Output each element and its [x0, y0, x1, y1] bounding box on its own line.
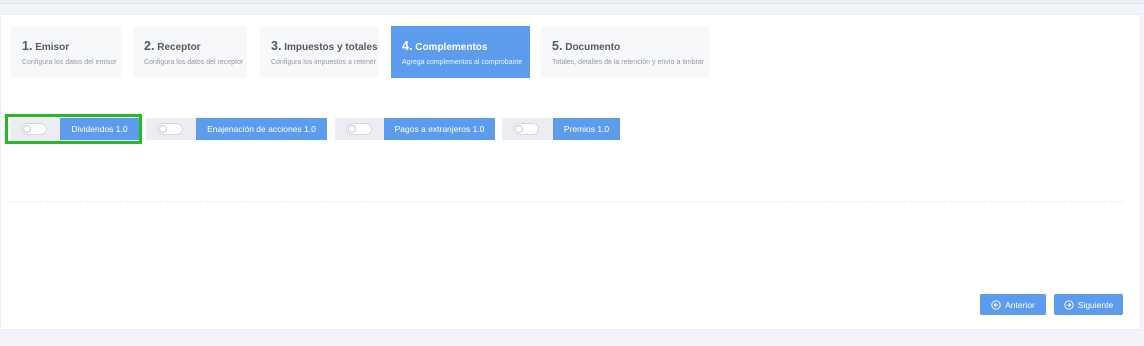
toggle-knob: [515, 125, 523, 133]
toggle-switch[interactable]: [346, 123, 372, 135]
wizard-step-receptor[interactable]: 2. Receptor Configura los datos del rece…: [133, 26, 247, 78]
complement-label: Enajenación de acciones 1.0: [196, 118, 327, 140]
arrow-right-circle-icon: [1064, 299, 1074, 310]
step-title: Receptor: [157, 42, 201, 53]
step-title: Emisor: [35, 42, 70, 53]
step-title: Documento: [565, 42, 621, 53]
wizard-step-complementos[interactable]: 4. Complementos Agrega complementos al c…: [391, 26, 530, 78]
step-description: Agrega complementos al comprobante: [402, 59, 523, 66]
complement-label: Premios 1.0: [553, 118, 620, 140]
next-button[interactable]: Siguiente: [1054, 294, 1123, 315]
complement-label: Dividendos 1.0: [60, 118, 139, 140]
wizard-step-impuestos[interactable]: 3. Impuestos y totales Configura los imp…: [260, 26, 379, 78]
step-number: 1.: [22, 39, 33, 53]
section-divider: [10, 201, 1122, 202]
step-number: 2.: [144, 39, 155, 53]
previous-button-label: Anterior: [1005, 299, 1035, 310]
toggle-switch[interactable]: [21, 123, 47, 135]
complement-toggle-dividendos[interactable]: Dividendos 1.0: [10, 118, 139, 140]
complement-toggle-pagos-extranjeros[interactable]: Pagos a extranjeros 1.0: [335, 118, 495, 140]
step-description: Configura los impuestos a retener: [271, 59, 377, 66]
step-number: 4.: [402, 39, 413, 53]
complement-label: Pagos a extranjeros 1.0: [384, 118, 495, 140]
wizard-step-emisor[interactable]: 1. Emisor Configura los datos del emisor: [11, 26, 122, 78]
step-description: Totales, detalles de la retención y enví…: [552, 59, 705, 66]
toggle-switch[interactable]: [513, 123, 539, 135]
previous-button[interactable]: Anterior: [980, 294, 1046, 315]
arrow-left-circle-icon: [991, 299, 1001, 310]
step-title: Complementos: [415, 42, 488, 53]
toggle-knob: [159, 125, 167, 133]
step-number: 3.: [271, 39, 282, 53]
step-number: 5.: [552, 39, 563, 53]
next-button-label: Siguiente: [1077, 299, 1114, 310]
step-description: Configura los datos del emisor: [22, 59, 117, 66]
step-description: Configura los datos del receptor: [144, 59, 244, 66]
complement-toggle-premios[interactable]: Premios 1.0: [502, 118, 620, 140]
top-border: [0, 0, 1144, 4]
toggle-knob: [348, 125, 356, 133]
toggle-knob: [23, 125, 31, 133]
wizard-step-documento[interactable]: 5. Documento Totales, detalles de la ret…: [541, 26, 709, 78]
complement-toggle-enajenacion[interactable]: Enajenación de acciones 1.0: [146, 118, 327, 140]
toggle-switch[interactable]: [157, 123, 183, 135]
step-title: Impuestos y totales: [284, 42, 378, 53]
